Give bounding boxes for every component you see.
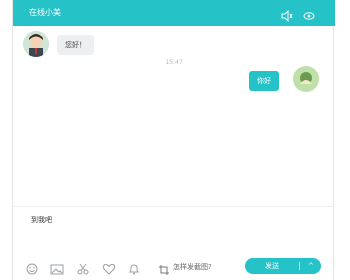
user-avatar <box>293 66 319 92</box>
scissors-icon[interactable] <box>76 260 90 275</box>
bell-icon[interactable] <box>127 260 141 275</box>
image-icon[interactable] <box>50 260 64 275</box>
chat-window: 在线小美 您好！ 15:47 你好 到我吧 怎样发截图? 发送 ^ <box>12 0 335 280</box>
agent-avatar <box>23 31 49 57</box>
send-button-group: 发送 ^ <box>245 258 321 274</box>
send-options-button[interactable]: ^ <box>301 258 321 274</box>
sound-icon[interactable] <box>281 7 293 23</box>
chat-header: 在线小美 <box>13 0 335 26</box>
chat-title: 在线小美 <box>29 8 61 17</box>
send-button[interactable]: 发送 <box>245 258 299 274</box>
emoji-icon[interactable] <box>25 260 39 275</box>
send-separator <box>299 262 300 270</box>
eye-icon[interactable] <box>303 7 315 20</box>
message-input[interactable]: 到我吧 <box>31 215 52 225</box>
crop-icon <box>159 260 169 275</box>
composer-divider <box>13 206 335 207</box>
message-bubble-right: 你好 <box>249 71 279 91</box>
screenshot-help-link[interactable]: 怎样发截图? <box>173 262 212 272</box>
heart-icon[interactable] <box>102 260 116 275</box>
message-timestamp: 15:47 <box>165 59 183 66</box>
message-bubble-left: 您好！ <box>57 35 94 55</box>
